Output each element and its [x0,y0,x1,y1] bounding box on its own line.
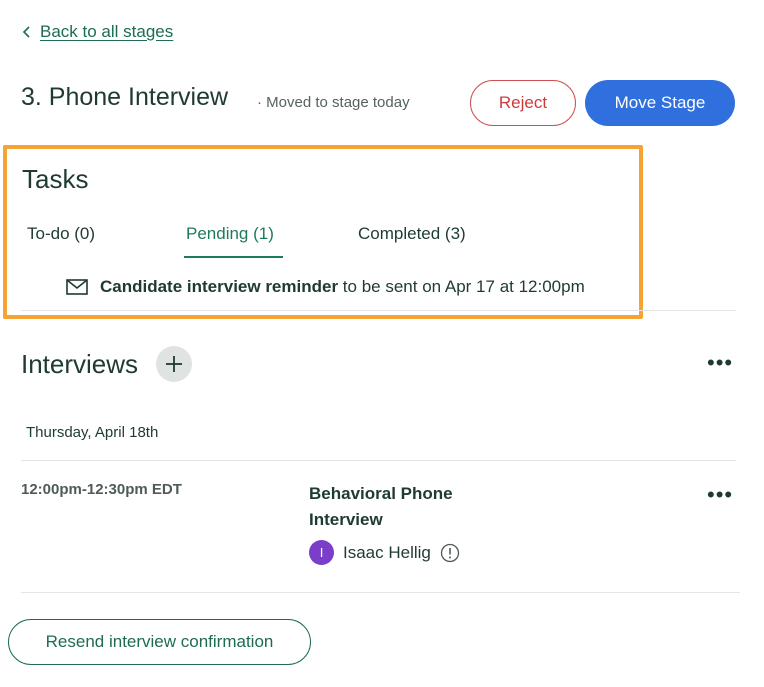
plus-icon [166,356,182,372]
avatar: I [309,540,334,565]
active-tab-indicator [184,256,283,258]
tasks-heading: Tasks [22,164,89,194]
interviews-heading: Interviews [21,349,139,379]
back-to-stages-link[interactable]: Back to all stages [22,22,173,42]
divider [21,310,736,311]
divider [21,592,740,593]
stage-moved-meta: · Moved to stage today [257,94,410,111]
move-stage-button[interactable]: Move Stage [585,80,735,126]
tab-todo[interactable]: To-do (0) [27,224,95,244]
task-item: Candidate interview reminder to be sent … [66,277,585,297]
interviewer: I Isaac Hellig [309,540,460,565]
interview-time: 12:00pm-12:30pm EDT [21,481,182,498]
stage-title: 3. Phone Interview [21,83,229,111]
tab-pending[interactable]: Pending (1) [186,224,274,244]
resend-confirmation-button[interactable]: Resend interview confirmation [8,619,311,665]
add-interview-button[interactable] [156,346,192,382]
interview-title[interactable]: Behavioral Phone Interview [309,481,509,533]
interview-date: Thursday, April 18th [26,424,159,441]
task-schedule: to be sent on Apr 17 at 12:00pm [338,277,585,296]
divider [21,460,736,461]
back-link-label: Back to all stages [40,22,174,41]
chevron-left-icon [22,26,30,38]
interviewer-name: Isaac Hellig [343,542,431,562]
mail-icon [66,279,88,295]
task-title: Candidate interview reminder [100,277,339,296]
tab-completed[interactable]: Completed (3) [358,224,466,244]
interview-more-button[interactable]: ••• [707,484,733,506]
reject-button[interactable]: Reject [470,80,576,126]
info-icon[interactable] [440,543,460,563]
task-text: Candidate interview reminder to be sent … [100,277,585,297]
interviews-more-button[interactable]: ••• [707,352,733,374]
